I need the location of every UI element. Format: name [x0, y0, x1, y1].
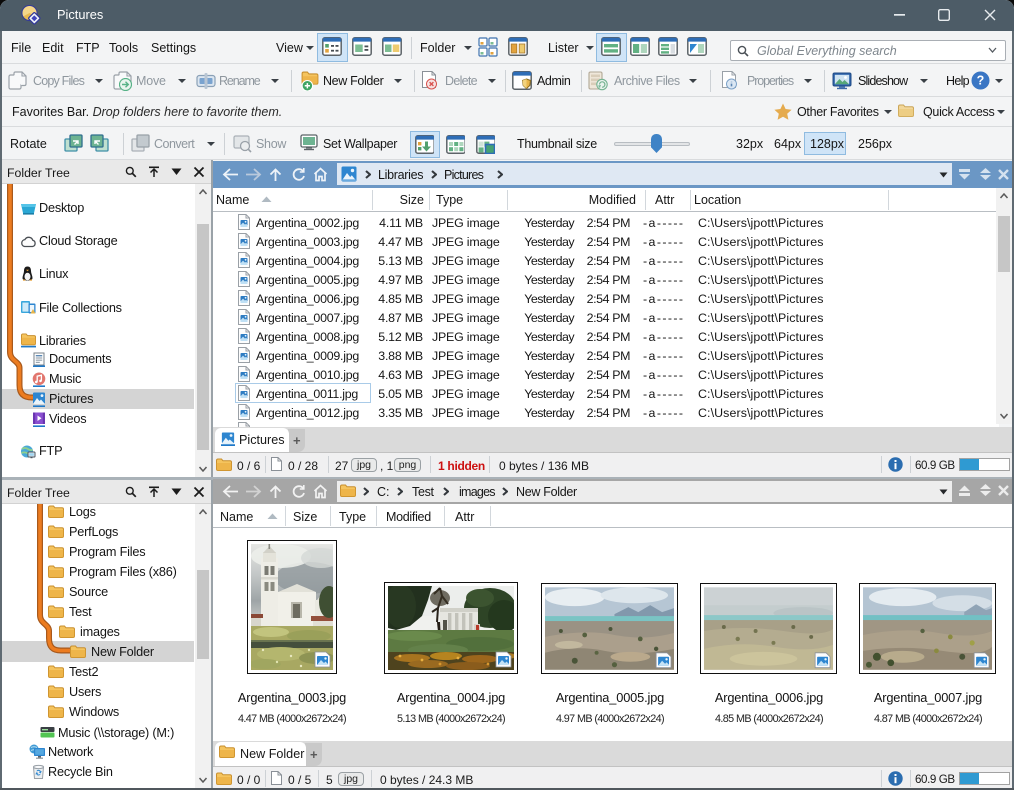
svg-text:?: ?	[977, 74, 985, 88]
